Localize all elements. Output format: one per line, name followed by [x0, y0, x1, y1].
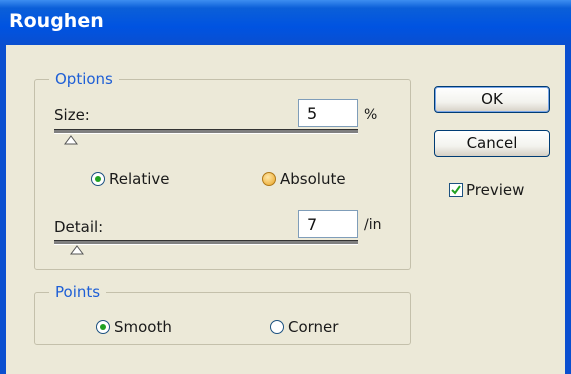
- absolute-radio[interactable]: Absolute: [262, 170, 346, 188]
- preview-checkbox[interactable]: Preview: [449, 181, 524, 199]
- ok-button[interactable]: OK: [434, 86, 550, 113]
- relative-radio[interactable]: Relative: [91, 170, 170, 188]
- size-slider-track[interactable]: [54, 129, 358, 134]
- size-slider-thumb[interactable]: [64, 135, 78, 145]
- smooth-radio-button[interactable]: [96, 320, 110, 334]
- absolute-radio-button[interactable]: [262, 172, 276, 186]
- size-label: Size:: [54, 106, 90, 124]
- preview-checkbox-box[interactable]: [449, 183, 463, 197]
- options-legend: Options: [55, 70, 113, 88]
- preview-label: Preview: [466, 181, 525, 199]
- size-input[interactable]: [298, 99, 358, 127]
- corner-radio[interactable]: Corner: [270, 318, 338, 336]
- relative-radio-button[interactable]: [91, 172, 105, 186]
- window-frame-right: [565, 45, 571, 374]
- title-bar[interactable]: Roughen: [0, 0, 571, 45]
- smooth-radio[interactable]: Smooth: [96, 318, 172, 336]
- detail-slider-thumb[interactable]: [70, 245, 84, 255]
- relative-label: Relative: [109, 170, 170, 188]
- detail-label: Detail:: [54, 218, 104, 236]
- smooth-label: Smooth: [114, 318, 172, 336]
- points-group: Points: [34, 283, 411, 345]
- detail-unit: /in: [364, 217, 382, 233]
- points-legend: Points: [55, 283, 101, 301]
- corner-radio-button[interactable]: [270, 320, 284, 334]
- window-frame-left: [0, 45, 6, 374]
- dialog-title: Roughen: [9, 10, 104, 32]
- detail-input[interactable]: [298, 210, 358, 238]
- absolute-label: Absolute: [280, 170, 346, 188]
- corner-label: Corner: [288, 318, 339, 336]
- checkmark-icon: [451, 185, 461, 195]
- roughen-dialog: Roughen Options Size: % Relative Absolut…: [0, 0, 571, 374]
- cancel-button[interactable]: Cancel: [434, 130, 550, 157]
- size-unit: %: [364, 107, 378, 123]
- detail-slider-track[interactable]: [54, 240, 358, 245]
